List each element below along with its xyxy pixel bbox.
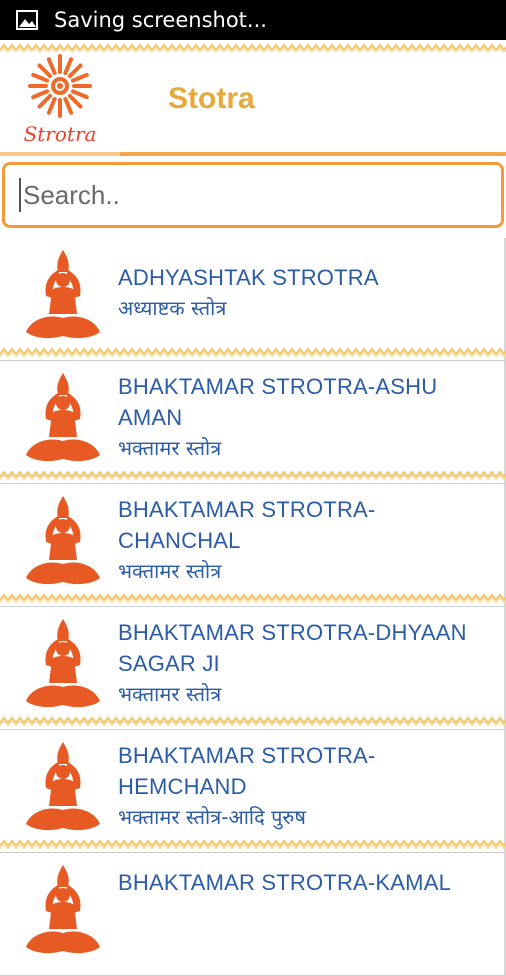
- status-bar: Saving screenshot...: [0, 0, 506, 40]
- yoga-figure-icon: [22, 617, 104, 711]
- item-title: BHAKTAMAR STROTRA-KAMAL: [118, 870, 452, 895]
- list-item[interactable]: BHAKTAMAR STROTRA-ASHU AMAN भक्तामर स्तो…: [0, 361, 506, 484]
- stotra-list: ADHYASHTAK STROTRA अध्याष्टक स्तोत्र BHA…: [0, 238, 506, 976]
- decorative-border: [0, 469, 506, 481]
- item-title: ADHYASHTAK STROTRA: [118, 265, 379, 290]
- sun-icon: [28, 54, 92, 118]
- yoga-figure-icon: [22, 863, 104, 957]
- item-title: BHAKTAMAR STROTRA-HEMCHAND: [118, 743, 376, 799]
- item-subtitle: अध्याष्टक स्तोत्र: [118, 296, 227, 320]
- list-item[interactable]: ADHYASHTAK STROTRA अध्याष्टक स्तोत्र: [0, 238, 506, 361]
- list-item[interactable]: BHAKTAMAR STROTRA-CHANCHAL भक्तामर स्तोत…: [0, 484, 506, 607]
- item-title: BHAKTAMAR STROTRA-CHANCHAL: [118, 497, 376, 553]
- decorative-border: [0, 838, 506, 850]
- text-cursor: [19, 178, 21, 212]
- list-item[interactable]: BHAKTAMAR STROTRA-HEMCHAND भक्तामर स्तोत…: [0, 730, 506, 853]
- status-text: Saving screenshot...: [54, 8, 267, 32]
- item-subtitle: भक्तामर स्तोत्र: [118, 682, 222, 706]
- decorative-border: [0, 346, 506, 358]
- app-logo: Strotra: [20, 52, 100, 148]
- yoga-figure-icon: [22, 248, 104, 342]
- yoga-figure-icon: [22, 494, 104, 588]
- item-subtitle: भक्तामर स्तोत्र: [118, 559, 222, 583]
- list-item[interactable]: BHAKTAMAR STROTRA-DHYAAN SAGAR JI भक्ताम…: [0, 607, 506, 730]
- page-title: Stotra: [168, 82, 255, 115]
- logo-text: Strotra: [23, 122, 97, 146]
- item-title: BHAKTAMAR STROTRA-ASHU AMAN: [118, 374, 438, 430]
- item-subtitle: भक्तामर स्तोत्र: [118, 436, 222, 460]
- app-header: Strotra Stotra: [0, 52, 506, 148]
- list-item[interactable]: BHAKTAMAR STROTRA-KAMAL: [0, 853, 506, 976]
- yoga-figure-icon: [22, 371, 104, 465]
- search-box[interactable]: [2, 162, 504, 228]
- header-divider: [0, 152, 506, 156]
- decorative-border: [0, 592, 506, 604]
- yoga-figure-icon: [22, 740, 104, 834]
- item-title: BHAKTAMAR STROTRA-DHYAAN SAGAR JI: [118, 620, 467, 676]
- decorative-border: [0, 715, 506, 727]
- search-input[interactable]: [23, 179, 483, 211]
- item-subtitle: भक्तामर स्तोत्र-आदि पुरुष: [118, 805, 306, 829]
- image-icon: [16, 9, 38, 31]
